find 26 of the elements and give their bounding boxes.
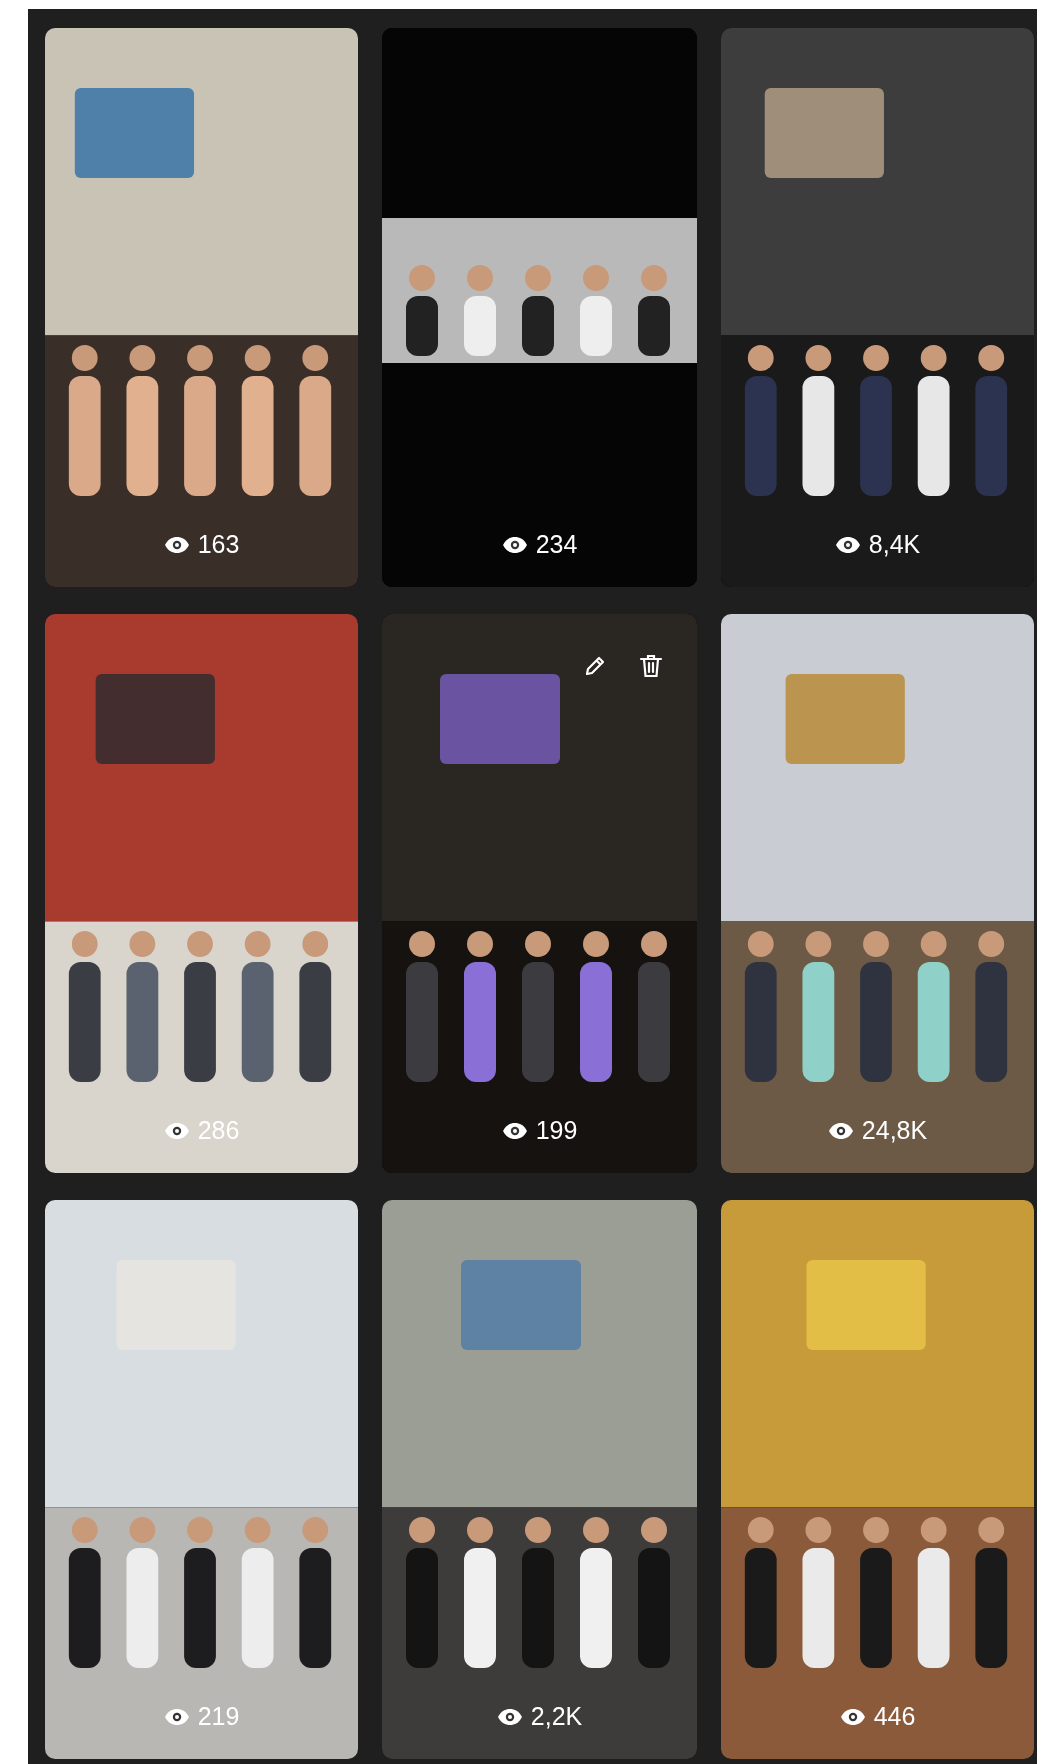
story-card[interactable]: 446 [721, 1200, 1034, 1759]
view-count: 199 [535, 1118, 578, 1143]
story-card[interactable]: 8,4K [721, 28, 1034, 587]
view-count: 2,2K [530, 1704, 583, 1729]
view-count: 234 [535, 532, 578, 557]
eye-icon [501, 1121, 528, 1140]
trash-icon[interactable] [639, 653, 663, 679]
pencil-icon[interactable] [583, 654, 607, 678]
eye-icon [496, 1707, 523, 1726]
eye-icon [827, 1121, 854, 1140]
story-card[interactable]: 2,2K [382, 1200, 697, 1759]
eye-icon [163, 1707, 190, 1726]
view-count: 24,8K [861, 1118, 928, 1143]
story-card[interactable]: 163 [45, 28, 358, 587]
view-count: 446 [873, 1704, 916, 1729]
view-count: 219 [197, 1704, 240, 1729]
story-card[interactable]: 199 [382, 614, 697, 1173]
eye-icon [501, 535, 528, 554]
eye-icon [839, 1707, 866, 1726]
eye-icon [163, 1121, 190, 1140]
eye-icon [163, 535, 190, 554]
view-count: 8,4K [868, 532, 921, 557]
view-count: 163 [197, 532, 240, 557]
story-card[interactable]: 24,8K [721, 614, 1034, 1173]
story-card[interactable]: 234 [382, 28, 697, 587]
eye-icon [834, 535, 861, 554]
